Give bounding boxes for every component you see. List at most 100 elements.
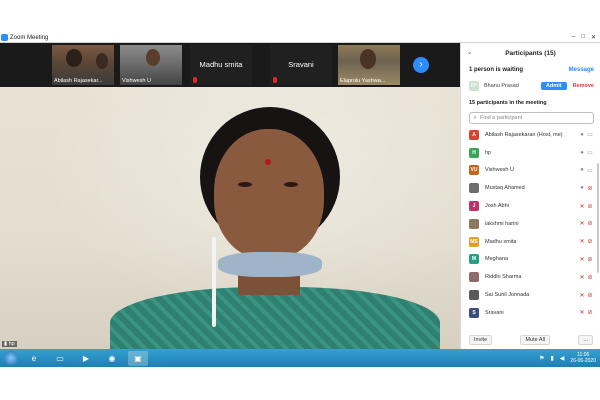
minimize-button[interactable]: –: [572, 34, 575, 41]
mic-icon[interactable]: ●: [578, 185, 586, 191]
remove-button[interactable]: Remove: [573, 83, 594, 89]
waiting-person-row: BP Bhanu Prasad Admit Remove: [469, 81, 594, 91]
participant-row[interactable]: A Abilash Rajasekaran (Host, me) ● ▭: [461, 126, 600, 144]
mic-muted-icon[interactable]: ✕: [578, 220, 586, 227]
participant-row[interactable]: Riddhi Sharma ✕ ⊘: [461, 268, 600, 286]
participant-row[interactable]: Sai Sunil Jonnada ✕ ⊘: [461, 286, 600, 304]
zoom-icon[interactable]: ▣: [128, 350, 148, 366]
participant-row[interactable]: VU Vishwesh U ● ▭: [461, 162, 600, 180]
avatar: [469, 183, 479, 194]
camera-off-icon[interactable]: ⊘: [586, 203, 594, 210]
gallery-tile[interactable]: Elaprolu Yashwa...: [338, 45, 400, 85]
mic-muted-icon[interactable]: ✕: [578, 292, 586, 299]
participant-name: Madhu smita: [485, 238, 517, 245]
camera-off-icon[interactable]: ⊘: [586, 274, 594, 281]
participants-panel: ⌄ Participants (15) 1 person is waiting …: [460, 43, 600, 349]
speaker-bindi: [265, 159, 271, 165]
camera-off-icon[interactable]: ⊘: [586, 185, 594, 192]
gallery-tile[interactable]: Vishwesh U: [120, 45, 182, 85]
participant-row[interactable]: M Meghana ✕ ⊘: [461, 251, 600, 269]
mic-icon[interactable]: ●: [578, 132, 586, 138]
mic-muted-icon[interactable]: ✕: [578, 309, 586, 316]
more-button[interactable]: ...: [578, 335, 593, 345]
avatar: H: [469, 147, 479, 158]
chevron-down-icon[interactable]: ⌄: [467, 49, 472, 56]
taskbar: e ▭ ▶ ◉ ▣ ⚑ ▮ ◀ 11:06 26-06-2020: [0, 349, 600, 367]
avatar: VU: [469, 165, 479, 176]
flag-icon[interactable]: ⚑: [539, 355, 544, 362]
participant-row[interactable]: S Sravani ✕ ⊘: [461, 304, 600, 322]
search-icon: ⌕: [473, 114, 477, 121]
camera-icon[interactable]: ▭: [586, 131, 594, 138]
participant-row[interactable]: MS Madhu smita ✕ ⊘: [461, 233, 600, 251]
speaker-shirt: [110, 287, 440, 349]
participant-row[interactable]: Hhp ● ▭: [461, 144, 600, 162]
mic-muted-icon[interactable]: ✕: [578, 274, 586, 281]
panel-footer: Invite Mute All ...: [461, 335, 600, 345]
mic-icon[interactable]: ●: [578, 150, 586, 156]
camera-icon[interactable]: ▭: [586, 167, 594, 174]
gallery-tile[interactable]: Madhu smita: [190, 45, 252, 85]
volume-icon[interactable]: ◀: [560, 355, 565, 362]
participant-count: 15 participants in the meeting: [469, 100, 547, 106]
title-bar: Zoom Meeting – □ ✕: [0, 33, 600, 43]
avatar: J: [469, 201, 479, 212]
admit-button[interactable]: Admit: [541, 82, 567, 90]
participant-name: Riddhi Sharma: [485, 274, 522, 281]
file-explorer-icon[interactable]: ▭: [50, 351, 70, 366]
gallery-tile[interactable]: Abilash Rajasekar...: [52, 45, 114, 85]
mic-muted-icon: [273, 77, 277, 83]
camera-off-icon[interactable]: ⊘: [586, 309, 594, 316]
participant-row[interactable]: Mustaq Ahamed ● ⊘: [461, 179, 600, 197]
mic-muted-icon[interactable]: ✕: [578, 238, 586, 245]
avatar: BP: [469, 81, 479, 91]
speaker-eye: [238, 182, 252, 187]
scrollbar[interactable]: [597, 163, 599, 273]
participant-name: Abilash Rajasekaran (Host, me): [485, 131, 563, 138]
camera-off-icon[interactable]: ⊘: [586, 220, 594, 227]
camera-off-icon[interactable]: ⊘: [586, 238, 594, 245]
mic-muted-icon: [193, 77, 197, 83]
waiting-room-section: 1 person is waiting Message BP Bhanu Pra…: [461, 63, 600, 91]
invite-button[interactable]: Invite: [469, 335, 493, 345]
next-page-button[interactable]: ›: [413, 57, 429, 73]
avatar: S: [469, 307, 479, 318]
media-player-icon[interactable]: ▶: [76, 351, 96, 366]
window-controls: – □ ✕: [572, 34, 600, 41]
camera-off-icon[interactable]: ⊘: [586, 256, 594, 263]
participant-list: A Abilash Rajasekaran (Host, me) ● ▭ Hhp ● ▭ VU…: [461, 126, 600, 322]
search-input[interactable]: Find a participant: [480, 115, 522, 121]
participant-name: Vishwesh U: [485, 167, 514, 174]
participant-search[interactable]: ⌕ Find a participant: [469, 112, 594, 124]
system-tray: ⚑ ▮ ◀ 11:06 26-06-2020: [539, 352, 600, 364]
avatar: M: [469, 254, 479, 265]
camera-icon[interactable]: ▭: [586, 149, 594, 156]
mic-muted-icon[interactable]: ✕: [578, 203, 586, 210]
participant-row[interactable]: J Josh Abhi ✕ ⊘: [461, 197, 600, 215]
participant-name: lakshmi harini: [485, 220, 519, 227]
waiting-label: 1 person is waiting: [469, 67, 524, 73]
network-icon[interactable]: ▮: [550, 355, 553, 362]
clock[interactable]: 11:06 26-06-2020: [570, 352, 596, 364]
message-button[interactable]: Message: [569, 67, 594, 73]
participant-name: Sravani: [485, 309, 504, 316]
mute-all-button[interactable]: Mute All: [520, 335, 551, 345]
close-button[interactable]: ✕: [591, 34, 596, 41]
internet-explorer-icon[interactable]: e: [24, 351, 44, 366]
participant-name: Meghana: [485, 256, 508, 263]
avatar: [469, 272, 479, 283]
signal-icon: ▮: [4, 341, 8, 347]
gallery-tile[interactable]: Sravani: [270, 45, 332, 85]
mic-muted-icon[interactable]: ✕: [578, 256, 586, 263]
camera-off-icon[interactable]: ⊘: [586, 292, 594, 299]
tile-name: Sravani: [288, 60, 314, 69]
panel-header: ⌄ Participants (15): [461, 43, 600, 63]
tile-name: Madhu smita: [199, 60, 243, 69]
chrome-icon[interactable]: ◉: [102, 351, 122, 366]
speaker-name-label: ▮ hp: [2, 341, 17, 347]
participant-row[interactable]: lakshmi harini ✕ ⊘: [461, 215, 600, 233]
maximize-button[interactable]: □: [581, 34, 585, 41]
avatar: A: [469, 129, 479, 140]
mic-icon[interactable]: ●: [578, 167, 586, 173]
start-button[interactable]: [4, 351, 18, 365]
